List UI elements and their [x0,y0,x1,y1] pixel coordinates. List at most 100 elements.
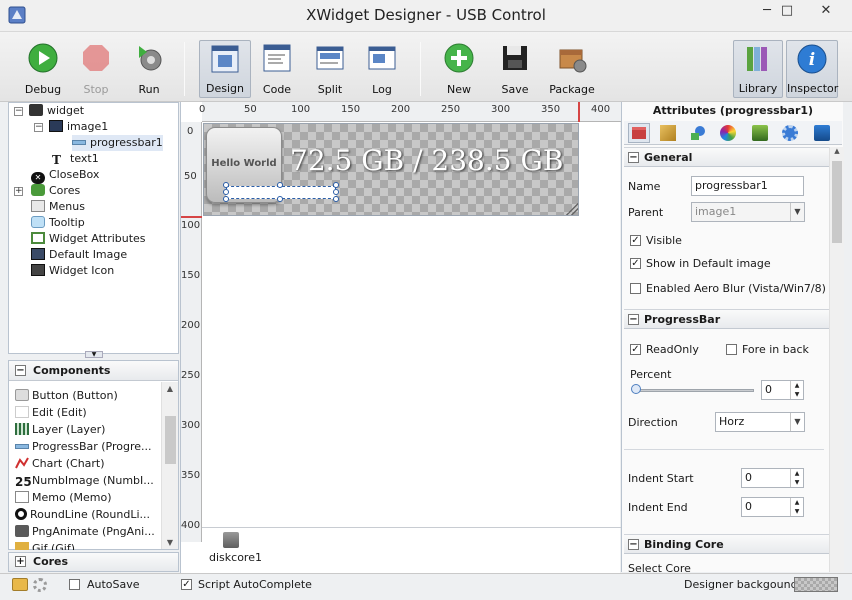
components-scrollbar[interactable]: ▲ ▼ [161,382,178,549]
parent-select[interactable]: image1 ▼ [691,202,805,222]
percent-spinner[interactable]: 0 ▲ ▼ [761,380,804,400]
tree-item-menus[interactable]: Menus [31,199,85,215]
indent-end-spinner[interactable]: 0 ▲ ▼ [741,497,804,517]
tab-cube-icon[interactable] [752,125,768,141]
component-edit[interactable]: Edit (Edit) [15,404,87,421]
ruler-h-label: 200 [391,104,411,115]
readonly-checkbox[interactable]: ✓ [630,344,641,355]
disk-core-icon[interactable] [223,532,239,548]
tab-general-icon[interactable] [628,123,650,143]
progressbar-section-header[interactable]: − ProgressBar [624,309,829,329]
tree-expand-cores[interactable]: + [14,187,23,196]
code-tab-button[interactable]: Code [254,40,300,98]
ruler-h-label: 400 [591,104,611,115]
tab-shapes-icon[interactable] [690,125,706,141]
component-layer[interactable]: Layer (Layer) [15,421,105,438]
tree-item-image1[interactable]: image1 [49,119,108,135]
component-memo[interactable]: Memo (Memo) [15,489,112,506]
component-roundline[interactable]: RoundLine (RoundLi... [15,506,150,523]
resize-handle[interactable] [223,196,229,202]
tree-item-text1[interactable]: Ttext1 [52,151,99,167]
package-button[interactable]: Package [546,40,598,98]
run-label: Run [138,83,160,96]
visible-label: Visible [646,234,682,247]
tree-item-cores[interactable]: Cores [31,183,80,199]
components-header[interactable]: − Components [9,361,178,381]
attributes-scroll-thumb[interactable] [832,161,842,243]
cores-header[interactable]: + Cores [8,552,179,572]
resize-handle[interactable] [277,182,283,188]
inspector-button[interactable]: i Inspector [786,40,838,98]
show-default-image-label: Show in Default image [646,257,771,270]
script-autocomplete-checkbox[interactable]: ✓ [181,579,192,590]
fore-in-back-checkbox[interactable] [726,344,737,355]
aero-blur-checkbox[interactable] [630,283,641,294]
resize-handle[interactable] [277,196,283,202]
attributes-scrollbar[interactable]: ▲ [829,147,844,572]
tree-item-tooltip[interactable]: Tooltip [31,215,85,231]
edit-icon [15,406,29,418]
binding-core-section-header[interactable]: − Binding Core [624,534,829,554]
folder-icon[interactable] [12,578,28,591]
visible-checkbox[interactable]: ✓ [630,235,641,246]
image-icon [49,120,63,132]
component-button[interactable]: Button (Button) [15,387,118,404]
image1-widget[interactable]: Hello World 72.5 GB / 238.5 GB [203,123,579,216]
close-button[interactable]: ✕ [804,0,848,24]
debug-button[interactable]: Debug [16,40,70,98]
percent-slider-thumb[interactable] [631,384,641,394]
save-button[interactable]: Save [490,40,540,98]
tab-color-icon[interactable] [720,125,736,141]
name-field[interactable]: progressbar1 [691,176,804,196]
tree-item-closebox[interactable]: ✕ CloseBox [31,167,99,184]
size-grip-icon[interactable] [566,203,578,215]
library-button[interactable]: Library [733,40,783,98]
design-tab-button[interactable]: Design [199,40,251,98]
new-button[interactable]: New [434,40,484,98]
tree-item-widget-attributes[interactable]: Widget Attributes [31,231,146,247]
stop-button[interactable]: Stop [72,40,120,98]
resize-handle[interactable] [223,189,229,195]
tab-ruler-icon[interactable] [660,125,676,141]
percent-slider-track[interactable] [632,389,754,392]
tree-item-widget-icon[interactable]: Widget Icon [31,263,114,279]
debug-label: Debug [24,83,62,96]
settings-icon[interactable] [33,578,47,592]
ruler-v-label: 200 [181,320,201,331]
run-button[interactable]: Run [124,40,174,98]
tree-item-widget[interactable]: widget [29,103,84,119]
component-pnganimate[interactable]: PngAnimate (PngAni... [15,523,155,540]
resize-handle[interactable] [333,189,339,195]
maximize-button[interactable]: □ [770,0,804,24]
component-gif[interactable]: Gif (Gif) [15,540,75,550]
autosave-checkbox[interactable] [69,579,80,590]
general-section-header[interactable]: − General [624,147,829,167]
button-icon [15,389,29,401]
indent-start-spinner[interactable]: 0 ▲ ▼ [741,468,804,488]
tree-splitter-arrow[interactable]: ▼ [85,351,103,358]
design-canvas[interactable]: 0 50 100 150 200 250 300 350 400 0 50 10… [180,102,621,574]
direction-select[interactable]: Horz ▼ [715,412,805,432]
designer-background-swatch[interactable] [794,577,838,592]
resize-handle[interactable] [223,182,229,188]
show-default-image-checkbox[interactable]: ✓ [630,258,641,269]
split-tab-button[interactable]: Split [306,40,354,98]
autosave-label: AutoSave [87,578,140,591]
library-label: Library [738,82,778,95]
components-scroll-thumb[interactable] [165,416,176,464]
tree-item-progressbar1[interactable]: progressbar1 [72,135,163,151]
tab-box-icon[interactable] [814,125,830,141]
tree-item-default-image[interactable]: Default Image [31,247,127,263]
horizontal-ruler: 0 50 100 150 200 250 300 350 400 [199,102,621,122]
component-progressbar[interactable]: ProgressBar (Progre... [15,438,152,455]
disk-usage-text[interactable]: 72.5 GB / 238.5 GB [290,144,563,177]
tab-gear-icon[interactable] [782,125,798,141]
tree-collapse-image1[interactable]: − [34,123,43,132]
log-tab-button[interactable]: Log [358,40,406,98]
component-numbimage[interactable]: 25NumbImage (NumbI... [15,472,154,489]
tree-collapse-widget[interactable]: − [14,107,23,116]
component-chart[interactable]: Chart (Chart) [15,455,105,472]
disk-core-label[interactable]: diskcore1 [209,551,262,564]
resize-handle[interactable] [333,196,339,202]
resize-handle[interactable] [333,182,339,188]
